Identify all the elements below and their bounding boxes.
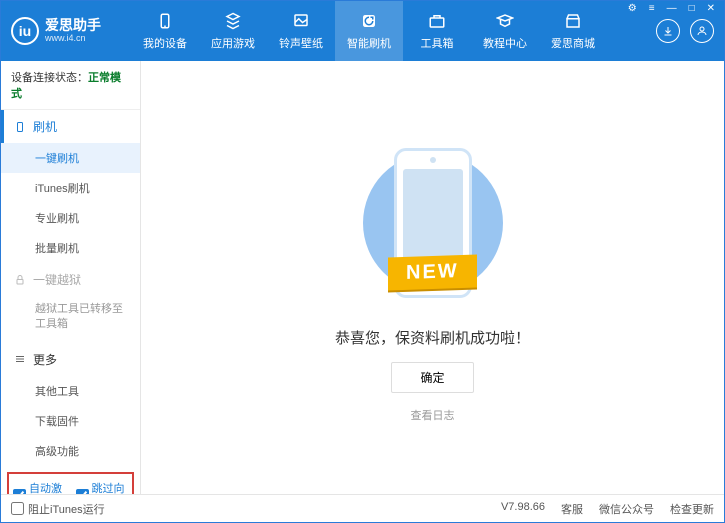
check-update-link[interactable]: 检查更新 [670,501,714,517]
logo-icon: iu [11,17,39,45]
device-icon [155,11,175,31]
app-window: ⚙ ≡ — □ ✕ iu 爱思助手 www.i4.cn 我的设备 应用游戏 [0,0,725,523]
header: ⚙ ≡ — □ ✕ iu 爱思助手 www.i4.cn 我的设备 应用游戏 [1,1,724,61]
wallpaper-icon [291,11,311,31]
sidebar-item-batch-flash[interactable]: 批量刷机 [1,233,140,263]
menu-lines-icon [13,352,27,366]
wechat-link[interactable]: 微信公众号 [599,501,654,517]
sidebar-item-itunes-flash[interactable]: iTunes刷机 [1,173,140,203]
body: 设备连接状态：正常模式 刷机 一键刷机 iTunes刷机 专业刷机 批量刷机 一… [1,61,724,494]
options-box: 自动激活 跳过向导 [7,472,134,494]
connection-status: 设备连接状态：正常模式 [1,61,140,110]
sidebar-item-download-fw[interactable]: 下载固件 [1,406,140,436]
customer-service-link[interactable]: 客服 [561,501,583,517]
header-right [656,19,714,43]
logo-title: 爱思助手 [45,18,101,33]
flash-group: 刷机 一键刷机 iTunes刷机 专业刷机 批量刷机 [1,110,140,263]
minimize-icon[interactable]: — [664,3,680,14]
view-log-link[interactable]: 查看日志 [411,407,455,423]
ok-button[interactable]: 确定 [391,362,473,393]
skip-wizard-checkbox[interactable]: 跳过向导 [76,480,129,494]
success-message: 恭喜您，保资料刷机成功啦！ [335,327,530,348]
flash-icon [359,11,379,31]
jailbreak-group: 一键越狱 越狱工具已转移至工具箱 [1,263,140,343]
auto-activate-checkbox[interactable]: 自动激活 [13,480,66,494]
sidebar-item-pro-flash[interactable]: 专业刷机 [1,203,140,233]
sidebar-item-other-tools[interactable]: 其他工具 [1,376,140,406]
version-label: V7.98.66 [501,501,545,517]
more-group: 更多 其他工具 下载固件 高级功能 [1,343,140,466]
menu-icon[interactable]: ≡ [646,3,658,14]
toolbox-icon [427,11,447,31]
jailbreak-note: 越狱工具已转移至工具箱 [1,296,140,343]
close-icon[interactable]: ✕ [704,3,718,14]
window-controls: ⚙ ≡ — □ ✕ [625,3,718,14]
user-icon[interactable] [690,19,714,43]
store-icon [563,11,583,31]
phone-illustration: NEW [358,133,508,313]
tutorial-icon [495,11,515,31]
nav-ringtone-wallpaper[interactable]: 铃声壁纸 [267,1,335,61]
nav-toolbox[interactable]: 工具箱 [403,1,471,61]
block-itunes-checkbox[interactable]: 阻止iTunes运行 [11,501,105,517]
sidebar-item-oneclick-flash[interactable]: 一键刷机 [1,143,140,173]
lock-icon [13,273,27,287]
more-header[interactable]: 更多 [1,343,140,376]
maximize-icon[interactable]: □ [686,3,698,14]
sidebar-item-advanced[interactable]: 高级功能 [1,436,140,466]
apps-icon [223,11,243,31]
nav-my-device[interactable]: 我的设备 [131,1,199,61]
phone-icon [13,120,27,134]
new-ribbon: NEW [388,254,477,290]
settings-icon[interactable]: ⚙ [625,3,640,14]
footer: 阻止iTunes运行 V7.98.66 客服 微信公众号 检查更新 [1,494,724,522]
download-icon[interactable] [656,19,680,43]
nav-smart-flash[interactable]: 智能刷机 [335,1,403,61]
nav-tutorial[interactable]: 教程中心 [471,1,539,61]
logo: iu 爱思助手 www.i4.cn [11,17,131,45]
logo-url: www.i4.cn [45,34,101,44]
sidebar: 设备连接状态：正常模式 刷机 一键刷机 iTunes刷机 专业刷机 批量刷机 一… [1,61,141,494]
nav-apps-games[interactable]: 应用游戏 [199,1,267,61]
jailbreak-header: 一键越狱 [1,263,140,296]
top-nav: 我的设备 应用游戏 铃声壁纸 智能刷机 工具箱 教程中心 [131,1,607,61]
flash-header[interactable]: 刷机 [1,110,140,143]
nav-store[interactable]: 爱思商城 [539,1,607,61]
main-content: NEW 恭喜您，保资料刷机成功啦！ 确定 查看日志 [141,61,724,494]
